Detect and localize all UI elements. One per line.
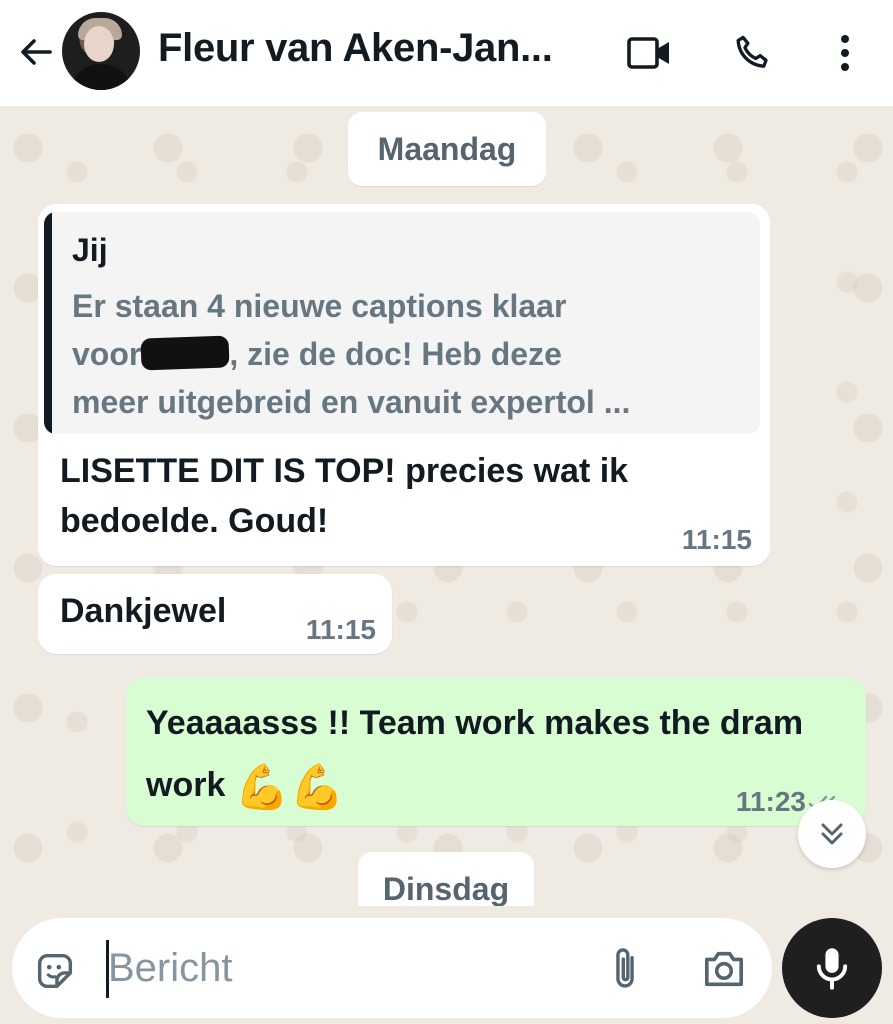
camera-button[interactable] <box>698 944 750 994</box>
quoted-message[interactable]: Jij Er staan 4 nieuwe captions klaar voo… <box>44 212 760 434</box>
quote-bar <box>44 212 52 434</box>
message-bubble-outgoing[interactable]: Yeaaaasss !! Team work makes the dram wo… <box>126 678 866 826</box>
video-camera-icon <box>627 37 669 69</box>
quote-author: Jij <box>72 232 108 268</box>
phone-icon <box>736 35 768 68</box>
quote-line-part: voor <box>72 336 142 372</box>
chat-area[interactable]: Maandag Jij Er staan 4 nieuwe captions k… <box>0 106 893 906</box>
voice-message-button[interactable] <box>782 918 882 1018</box>
more-vertical-icon <box>841 35 849 71</box>
camera-icon <box>705 951 743 987</box>
paperclip-icon <box>616 948 634 988</box>
arrow-left-icon <box>21 39 52 65</box>
quote-line: Er staan 4 nieuwe captions klaar <box>72 288 567 324</box>
chevron-double-down-icon <box>821 823 843 845</box>
quote-line-part: , zie de doc! Heb deze <box>229 336 562 372</box>
date-separator: Maandag <box>348 112 546 186</box>
date-separator: Dinsdag <box>358 852 534 906</box>
message-composer <box>12 918 772 1018</box>
video-call-button[interactable] <box>624 28 674 78</box>
avatar[interactable] <box>62 12 140 90</box>
attach-button[interactable] <box>600 944 650 994</box>
message-bubble-incoming[interactable]: Jij Er staan 4 nieuwe captions klaar voo… <box>38 204 770 566</box>
message-bubble-incoming[interactable]: Dankjewel 11:15 <box>38 574 392 654</box>
sticker-button[interactable] <box>30 946 80 996</box>
voice-call-button[interactable] <box>728 28 778 78</box>
message-time: 11:15 <box>681 524 752 555</box>
back-button[interactable] <box>14 30 58 74</box>
chat-header: Fleur van Aken-Jan... <box>0 0 893 106</box>
quote-line: voor , zie de doc! Heb deze <box>72 330 752 378</box>
quote-line: meer uitgebreid en vanuit expertol ... <box>72 384 631 420</box>
message-text: LISETTE DIT IS TOP! precies wat ik bedoe… <box>60 452 629 540</box>
message-time: 11:15 <box>305 614 376 645</box>
message-input[interactable] <box>108 938 588 998</box>
redaction-mark <box>140 335 230 371</box>
contact-name[interactable]: Fleur van Aken-Jan... <box>158 26 598 71</box>
quote-text: Er staan 4 nieuwe captions klaar voor , z… <box>72 282 752 426</box>
message-time: 11:23 <box>735 786 806 817</box>
sticker-icon <box>37 953 73 989</box>
message-text: Dankjewel <box>60 592 227 630</box>
microphone-icon <box>816 948 848 990</box>
more-options-button[interactable] <box>820 28 870 78</box>
flexed-biceps-emoji: 💪💪 <box>234 763 345 812</box>
scroll-to-bottom-button[interactable] <box>798 800 866 868</box>
